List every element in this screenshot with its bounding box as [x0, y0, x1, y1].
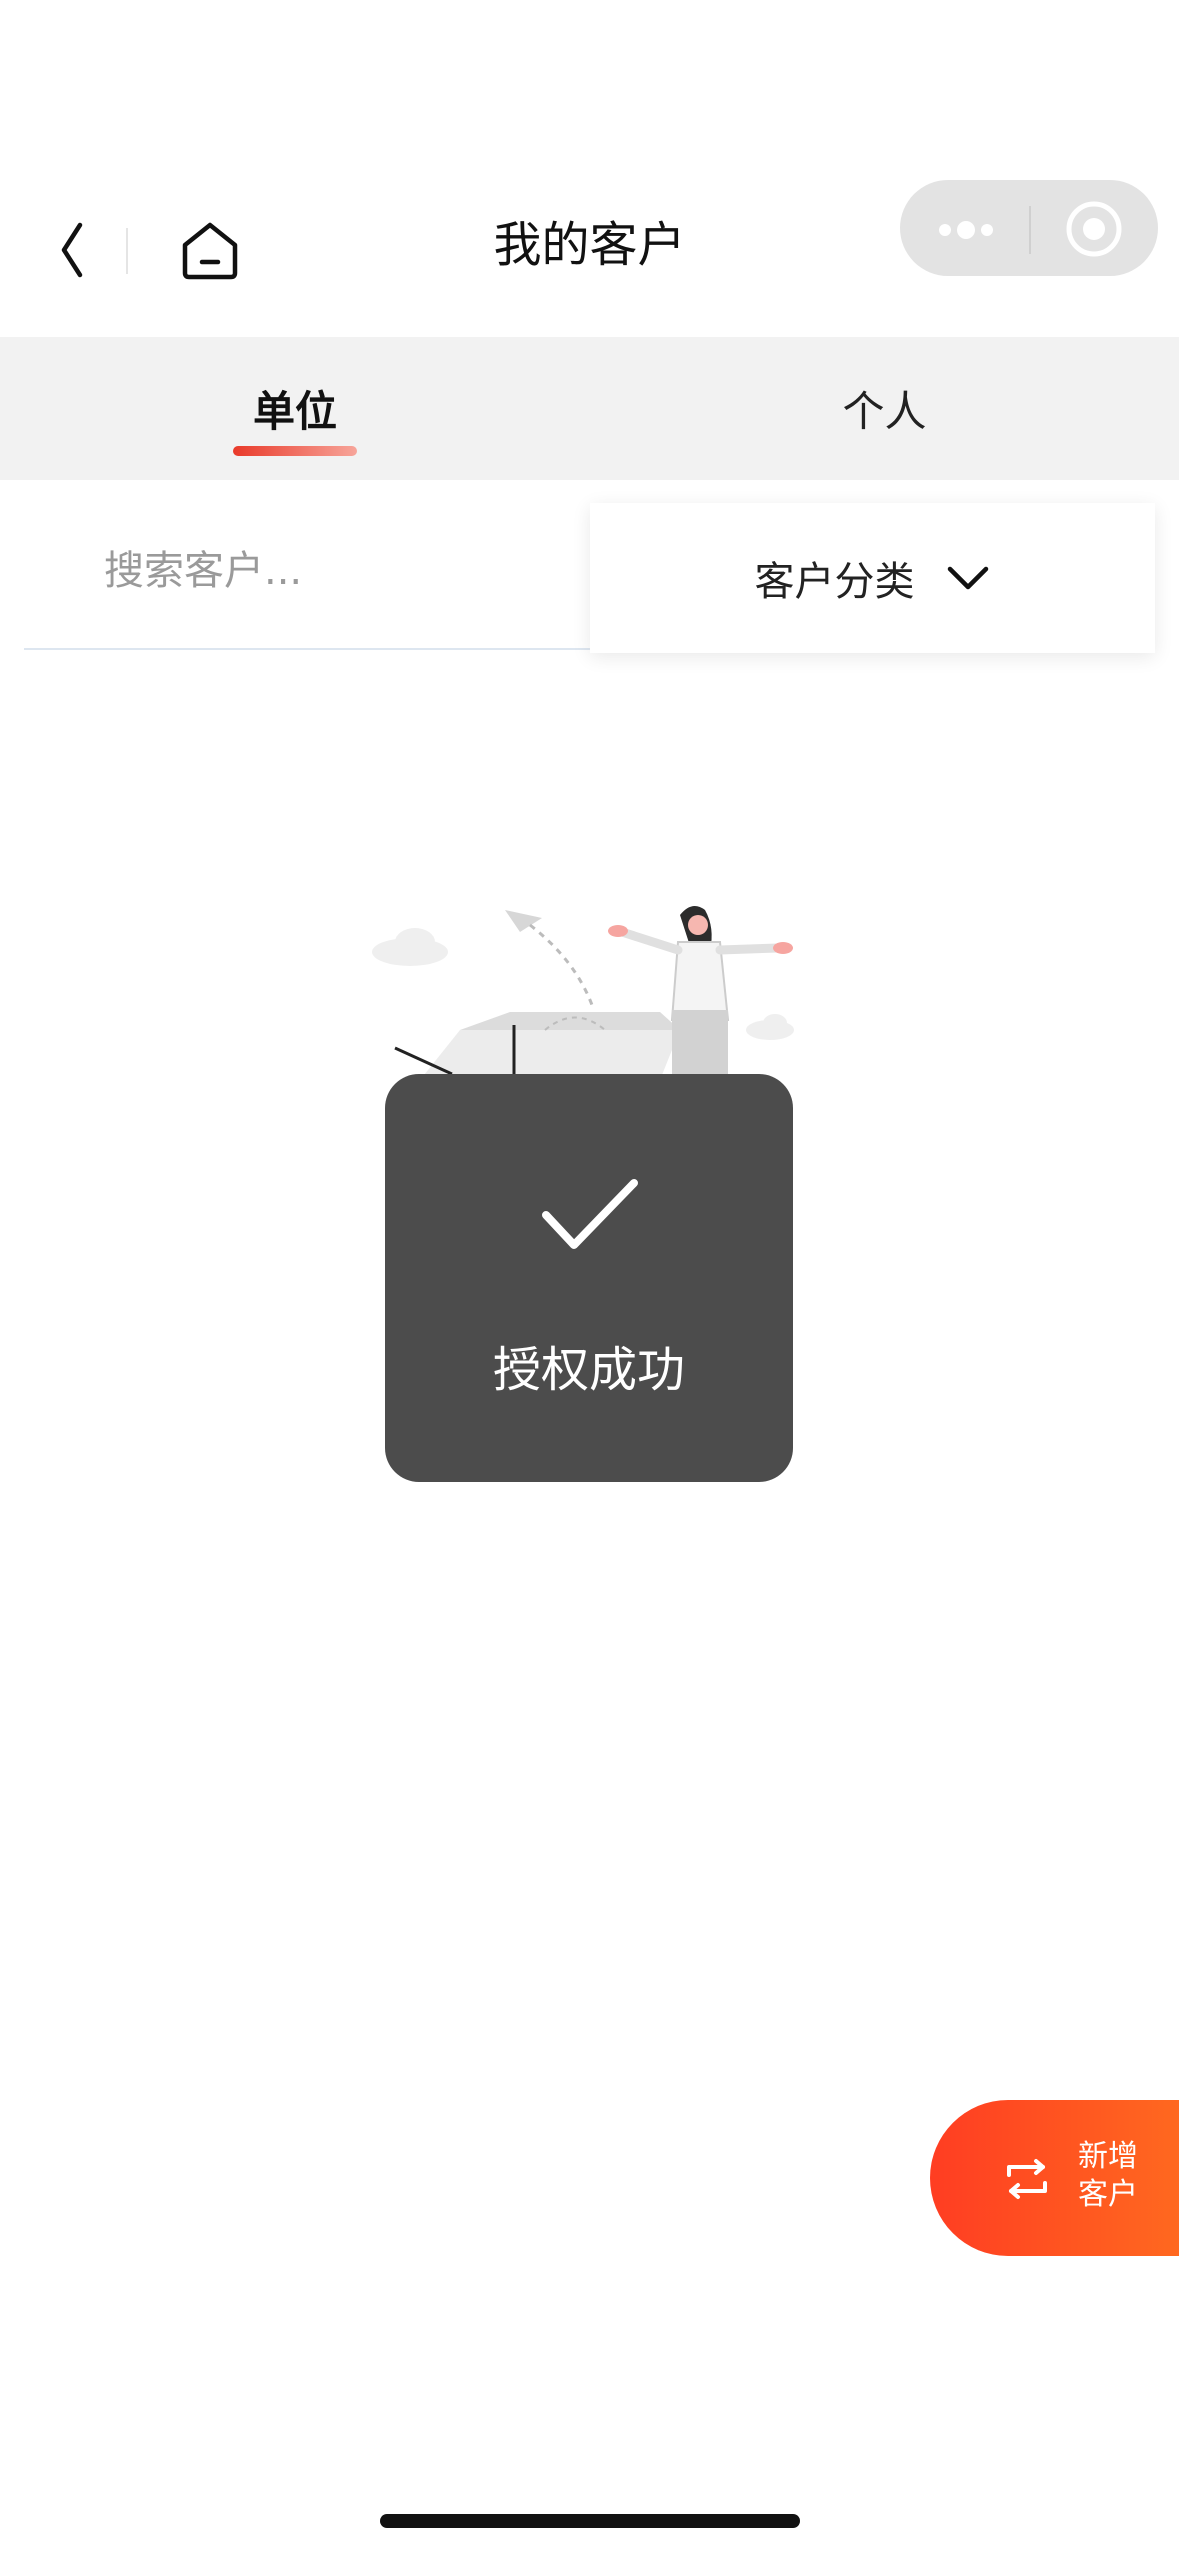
close-miniprogram-button[interactable] [1065, 200, 1123, 258]
add-customer-label-line1: 新增 [1078, 2139, 1138, 2174]
search-underline [24, 648, 594, 650]
check-icon [542, 1179, 638, 1249]
more-button[interactable] [935, 210, 997, 250]
customer-category-dropdown[interactable]: 客户分类 [590, 503, 1155, 653]
success-toast [385, 1074, 793, 1482]
capsule-divider [1029, 206, 1031, 254]
add-customer-label: 新增 客户 [1068, 2138, 1148, 2214]
target-close-icon [1066, 201, 1122, 257]
tab-person[interactable]: 个人 [590, 337, 1179, 480]
swap-arrows-icon-wrap [1003, 2157, 1051, 2201]
check-icon-wrap [540, 1175, 640, 1255]
more-dots-icon [939, 221, 993, 239]
search-box [24, 480, 594, 650]
search-input[interactable] [102, 540, 566, 602]
empty-state-illustration [360, 880, 810, 1080]
customer-category-label: 客户分类 [754, 559, 915, 605]
tab-bar: 单位 个人 [0, 337, 1179, 480]
chevron-down-icon [947, 566, 988, 590]
tab-unit[interactable]: 单位 [0, 337, 590, 480]
home-indicator [380, 2514, 800, 2528]
toast-message: 授权成功 [492, 1342, 685, 1398]
add-customer-label-line2: 客户 [1078, 2177, 1138, 2212]
swap-arrows-icon [1007, 2159, 1047, 2199]
woman-with-open-box-illustration [372, 906, 794, 1080]
active-tab-indicator [233, 446, 357, 456]
